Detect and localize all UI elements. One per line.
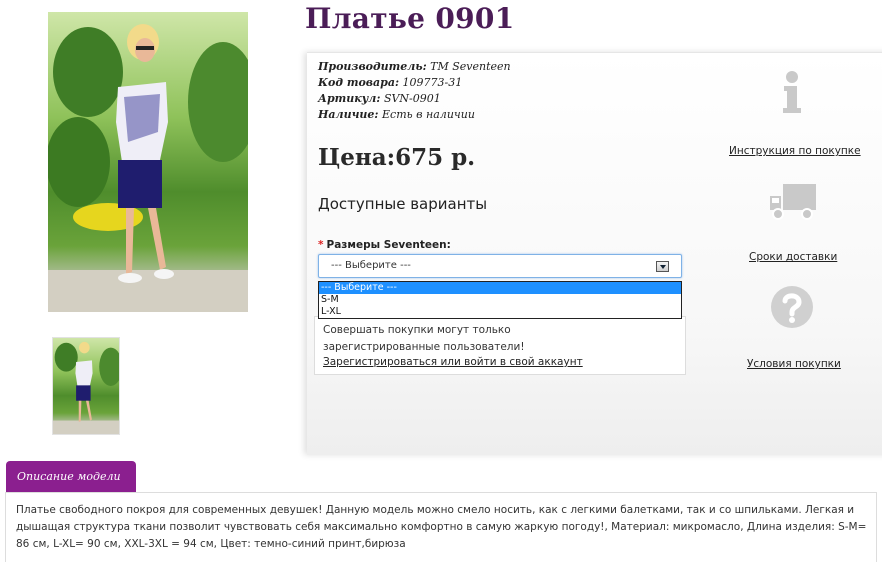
- login-link[interactable]: Зарегистрироваться или войти в свой акка…: [323, 356, 583, 368]
- delivery-terms-link[interactable]: Сроки доставки: [749, 251, 837, 263]
- description-text: Платье свободного покроя для современных…: [16, 504, 867, 550]
- spec-manufacturer: Производитель: ТМ Seventeen: [318, 60, 511, 73]
- truck-icon[interactable]: [769, 182, 817, 222]
- size-option[interactable]: L-XL: [319, 306, 681, 318]
- login-notice: Совершать покупки могут только зарегистр…: [314, 316, 686, 375]
- size-option[interactable]: --- Выберите ---: [319, 282, 681, 294]
- spec-product-code: Код товара: 109773-31: [318, 76, 463, 89]
- tab-description[interactable]: Описание модели: [6, 461, 136, 492]
- size-dropdown-list[interactable]: --- Выберите --- S-M L-XL: [318, 281, 682, 319]
- description-box: Платье свободного покроя для современных…: [5, 492, 877, 562]
- product-thumbnail[interactable]: [52, 337, 120, 435]
- purchase-terms-link[interactable]: Условия покупки: [747, 358, 841, 370]
- product-specs: Производитель: ТМ Seventeen Код товара: …: [318, 59, 511, 123]
- variants-heading: Доступные варианты: [318, 195, 488, 213]
- login-notice-text: Совершать покупки могут только зарегистр…: [323, 324, 525, 353]
- info-icon[interactable]: [780, 70, 804, 114]
- size-option[interactable]: S-M: [319, 294, 681, 306]
- question-icon[interactable]: [770, 285, 814, 329]
- size-select-value: --- Выберите ---: [331, 260, 411, 271]
- size-select[interactable]: --- Выберите ---: [318, 254, 682, 278]
- product-main-photo[interactable]: [48, 12, 248, 312]
- size-label: * Размеры Seventeen:: [318, 239, 451, 251]
- spec-article: Артикул: SVN-0901: [318, 92, 441, 105]
- purchase-instructions-link[interactable]: Инструкция по покупке: [729, 145, 861, 157]
- spec-availability: Наличие: Есть в наличии: [318, 108, 475, 121]
- product-price: Цена:675 р.: [318, 144, 476, 171]
- product-title: Платье 0901: [305, 2, 515, 35]
- required-mark: *: [318, 239, 324, 251]
- chevron-down-icon[interactable]: [656, 261, 669, 272]
